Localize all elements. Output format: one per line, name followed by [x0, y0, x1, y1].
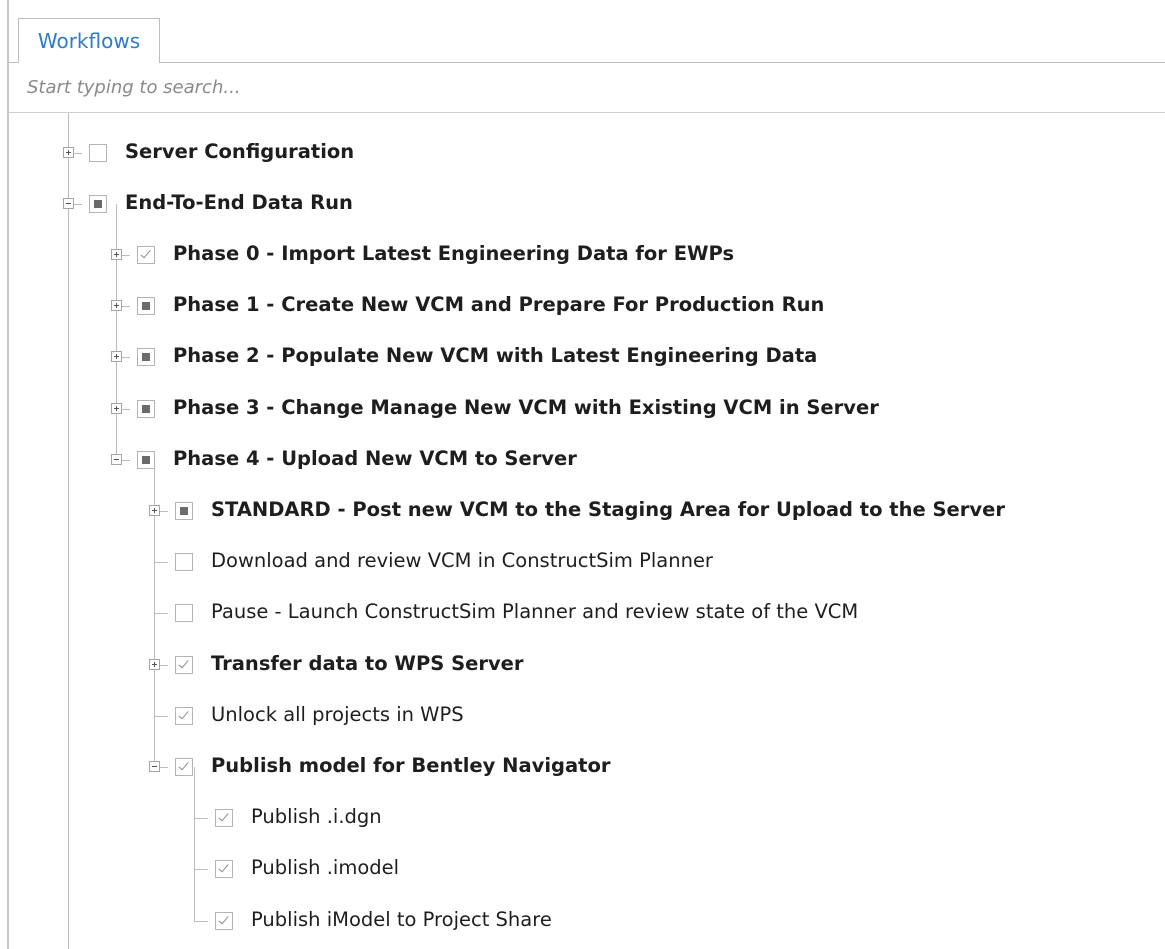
tree-node-label: Server Configuration [125, 139, 355, 163]
workflow-tree: Server Configuration End-To-End Data Run P… [0, 0, 1165, 949]
node-checkbox[interactable] [175, 604, 193, 623]
node-checkbox[interactable] [175, 758, 193, 776]
node-checkbox[interactable] [175, 655, 193, 674]
expand-icon[interactable] [111, 249, 122, 260]
tree-node-label: Pause - Launch ConstructSim Planner and … [211, 600, 859, 624]
node-checkbox[interactable] [89, 143, 107, 162]
tree-connector-line [194, 920, 208, 922]
node-checkbox[interactable] [137, 348, 155, 367]
tree-node-label: Phase 4 - Upload New VCM to Server [173, 446, 577, 470]
tree-node-label: Phase 1 - Create New VCM and Prepare For… [173, 293, 825, 317]
node-checkbox[interactable] [215, 809, 233, 828]
tree-node-label: Download and review VCM in ConstructSim … [211, 549, 713, 573]
tree-node[interactable] [0, 844, 1165, 894]
expand-icon[interactable] [111, 351, 122, 363]
tree-node-label: End-To-End Data Run [125, 190, 353, 214]
expand-icon[interactable] [111, 402, 122, 414]
node-checkbox[interactable] [89, 194, 107, 213]
expand-icon[interactable] [149, 505, 160, 516]
tree-node[interactable] [0, 793, 1165, 843]
tree-node-label: Transfer data to WPS Server [211, 651, 524, 675]
collapse-icon[interactable] [63, 197, 74, 209]
tree-node[interactable] [0, 896, 1165, 946]
node-checkbox[interactable] [137, 246, 155, 264]
tree-node-label: Phase 3 - Change Manage New VCM with Exi… [173, 395, 879, 419]
node-checkbox[interactable] [175, 553, 193, 572]
tree-node-label: Publish .i.dgn [251, 805, 382, 829]
node-checkbox[interactable] [175, 502, 193, 520]
node-checkbox[interactable] [137, 297, 155, 316]
tree-node-label: Unlock all projects in WPS [211, 702, 464, 726]
tree-connector-line [154, 562, 168, 564]
node-checkbox[interactable] [137, 450, 155, 469]
collapse-icon[interactable] [111, 453, 122, 465]
node-checkbox[interactable] [137, 399, 155, 418]
tree-connector-line [194, 869, 208, 871]
node-checkbox[interactable] [215, 911, 233, 930]
tree-connector-line [194, 818, 208, 820]
tree-node-label: Publish .imodel [251, 856, 400, 880]
tree-connector-line [154, 715, 168, 717]
node-checkbox[interactable] [215, 860, 233, 879]
expand-icon[interactable] [63, 146, 74, 158]
node-checkbox[interactable] [175, 706, 193, 725]
tree-node-label: Phase 2 - Populate New VCM with Latest E… [173, 344, 818, 368]
collapse-icon[interactable] [149, 761, 160, 772]
expand-icon[interactable] [149, 658, 160, 670]
tree-node-label: Publish model for Bentley Navigator [211, 754, 611, 777]
tree-node-label: Phase 0 - Import Latest Engineering Data… [173, 242, 735, 265]
expand-icon[interactable] [111, 300, 122, 312]
tree-node-label: Publish iModel to Project Share [251, 907, 552, 931]
tree-connector-line [154, 613, 168, 615]
tree-node-label: STANDARD - Post new VCM to the Staging A… [211, 498, 1005, 521]
